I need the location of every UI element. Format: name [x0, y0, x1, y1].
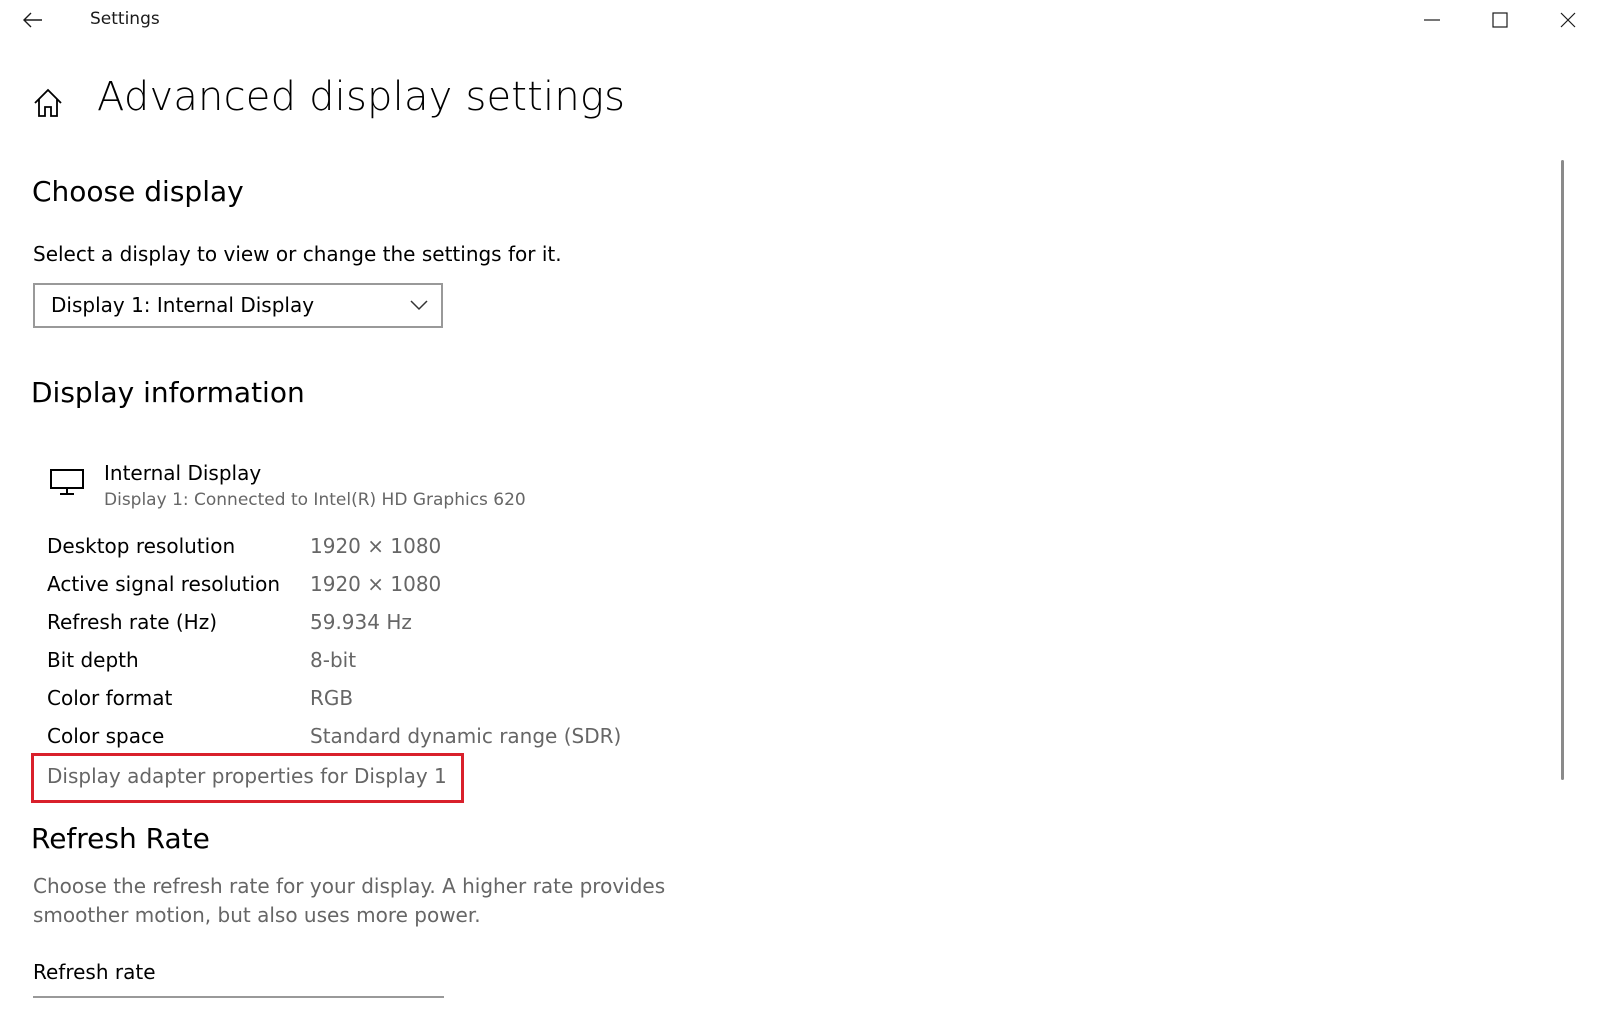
home-button[interactable]	[31, 86, 65, 120]
dropdown-selected-value: Display 1: Internal Display	[51, 293, 315, 317]
maximize-icon	[1492, 12, 1508, 28]
minimize-button[interactable]	[1398, 0, 1466, 40]
info-label: Refresh rate (Hz)	[47, 610, 218, 634]
display-subtitle: Display 1: Connected to Intel(R) HD Grap…	[104, 490, 526, 510]
info-row-refresh-rate: Refresh rate (Hz) 59.934 Hz	[47, 610, 747, 640]
app-title: Settings	[90, 9, 160, 29]
info-label: Bit depth	[47, 648, 139, 672]
close-button[interactable]	[1534, 0, 1602, 40]
chevron-down-icon	[410, 300, 428, 311]
refresh-rate-heading: Refresh Rate	[31, 822, 210, 855]
choose-display-instruction: Select a display to view or change the s…	[33, 242, 562, 266]
info-label: Color format	[47, 686, 173, 710]
info-label: Desktop resolution	[47, 534, 236, 558]
maximize-button[interactable]	[1466, 0, 1534, 40]
minimize-icon	[1424, 19, 1440, 21]
info-value: 8-bit	[310, 648, 357, 672]
arrow-left-icon	[23, 12, 42, 28]
display-select-dropdown[interactable]: Display 1: Internal Display	[33, 283, 443, 328]
info-value: 1920 × 1080	[310, 572, 442, 596]
close-icon	[1560, 12, 1576, 28]
back-button[interactable]	[18, 6, 48, 34]
info-label: Color space	[47, 724, 165, 748]
home-icon	[34, 88, 62, 117]
refresh-rate-dropdown[interactable]	[33, 996, 444, 1023]
info-value: 59.934 Hz	[310, 610, 412, 634]
display-information-heading: Display information	[31, 376, 305, 409]
info-value: Standard dynamic range (SDR)	[310, 724, 622, 748]
info-row-color-format: Color format RGB	[47, 686, 747, 716]
refresh-rate-description: Choose the refresh rate for your display…	[33, 874, 666, 927]
info-row-desktop-resolution: Desktop resolution 1920 × 1080	[47, 534, 747, 564]
info-value: RGB	[310, 686, 354, 710]
choose-display-heading: Choose display	[32, 175, 244, 208]
display-adapter-properties-link[interactable]: Display adapter properties for Display 1	[47, 764, 447, 788]
info-value: 1920 × 1080	[310, 534, 442, 558]
title-bar: Settings	[0, 0, 1603, 40]
display-name: Internal Display	[104, 461, 262, 485]
refresh-rate-field-label: Refresh rate	[33, 960, 156, 984]
scrollbar[interactable]	[1561, 160, 1564, 780]
info-label: Active signal resolution	[47, 572, 281, 596]
page-title: Advanced display settings	[97, 74, 626, 120]
info-row-active-signal-resolution: Active signal resolution 1920 × 1080	[47, 572, 747, 602]
settings-window: Settings Advanced display settings Choos…	[0, 0, 1603, 1023]
info-row-color-space: Color space Standard dynamic range (SDR)	[47, 724, 747, 754]
monitor-icon	[50, 469, 84, 495]
info-row-bit-depth: Bit depth 8-bit	[47, 648, 747, 678]
